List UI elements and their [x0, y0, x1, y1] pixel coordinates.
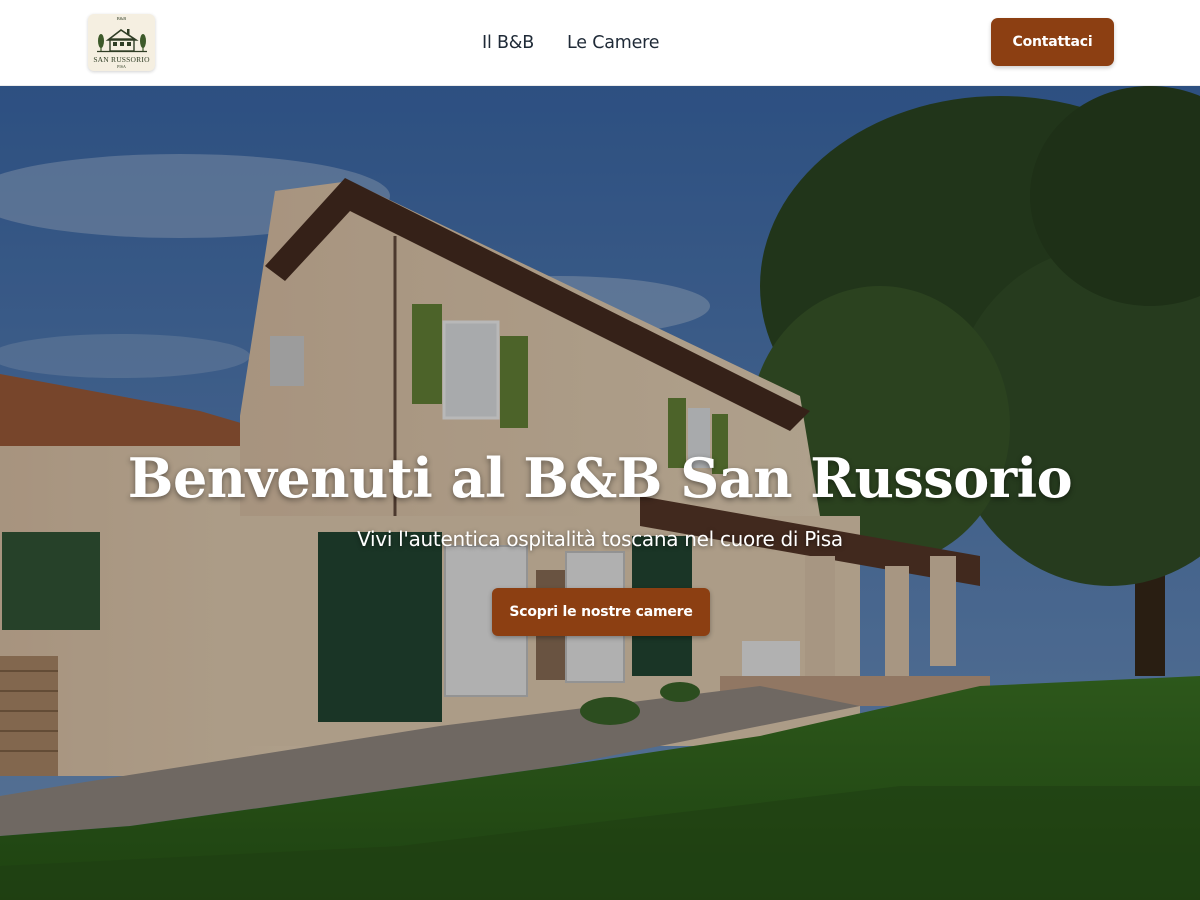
logo-sub-text: PISA	[117, 63, 126, 69]
nav-link-il-bb[interactable]: Il B&B	[482, 33, 534, 53]
site-logo[interactable]: B&B SAN RUSSORIO PISA	[88, 14, 155, 71]
hero-section: Benvenuti al B&B San Russorio Vivi l'aut…	[0, 86, 1200, 900]
logo-name: SAN RUSSORIO	[93, 55, 150, 64]
contact-button[interactable]: Contattaci	[991, 18, 1114, 66]
discover-rooms-button[interactable]: Scopri le nostre camere	[492, 588, 710, 636]
nav-link-le-camere[interactable]: Le Camere	[567, 33, 660, 53]
hero-title: Benvenuti al B&B San Russorio	[127, 446, 1073, 510]
site-header: B&B SAN RUSSORIO PISA Il B&B Le Camere C…	[0, 0, 1200, 86]
hero-subtitle: Vivi l'autentica ospitalità toscana nel …	[357, 527, 843, 551]
main-nav: Il B&B Le Camere	[482, 0, 660, 86]
house-with-trees-icon	[96, 29, 147, 53]
